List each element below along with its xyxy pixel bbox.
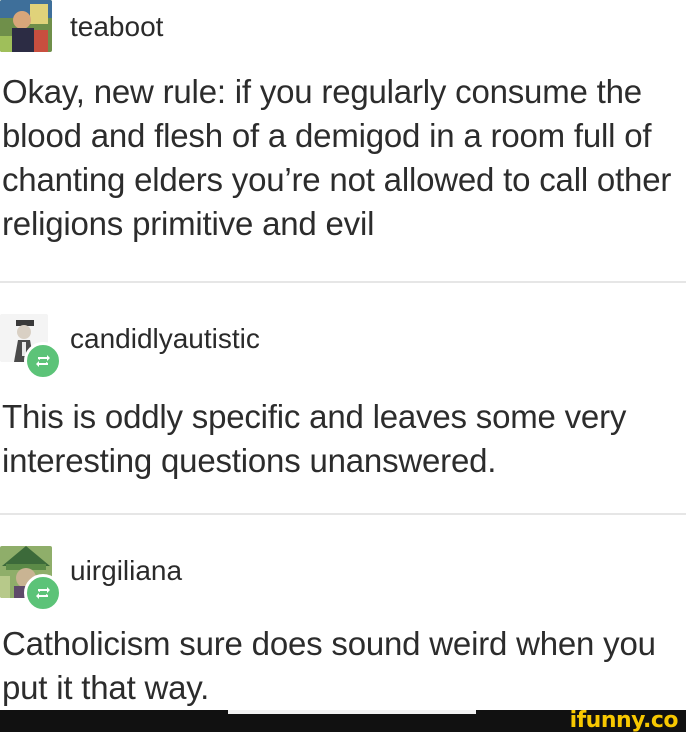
reblog-icon bbox=[36, 355, 50, 367]
avatar-image bbox=[0, 0, 52, 52]
post-text: Okay, new rule: if you regularly consume… bbox=[2, 73, 672, 242]
post-text: This is oddly specific and leaves some v… bbox=[2, 398, 627, 479]
reblog-icon bbox=[36, 587, 50, 599]
bar-strip bbox=[228, 710, 476, 714]
username[interactable]: uirgiliana bbox=[70, 554, 182, 588]
avatar-teaboot[interactable] bbox=[0, 0, 52, 52]
post-divider bbox=[0, 281, 686, 283]
post-divider bbox=[0, 513, 686, 515]
post-uirgiliana: uirgiliana Catholicism sure does sound w… bbox=[0, 546, 686, 710]
username[interactable]: teaboot bbox=[70, 10, 163, 44]
post-text: Catholicism sure does sound weird when y… bbox=[2, 625, 656, 706]
username[interactable]: candidlyautistic bbox=[70, 322, 260, 356]
post-candidlyautistic: candidlyautistic This is oddly specific … bbox=[0, 314, 686, 483]
post-header: teaboot bbox=[0, 0, 686, 54]
post-header: candidlyautistic bbox=[0, 314, 686, 380]
post-teaboot: teaboot Okay, new rule: if you regularly… bbox=[0, 0, 686, 246]
post-header: uirgiliana bbox=[0, 546, 686, 612]
watermark-bar: ifunny.co bbox=[0, 710, 686, 732]
reblog-badge bbox=[24, 342, 62, 380]
ifunny-watermark: ifunny.co bbox=[569, 708, 679, 733]
reblog-badge bbox=[24, 574, 62, 612]
